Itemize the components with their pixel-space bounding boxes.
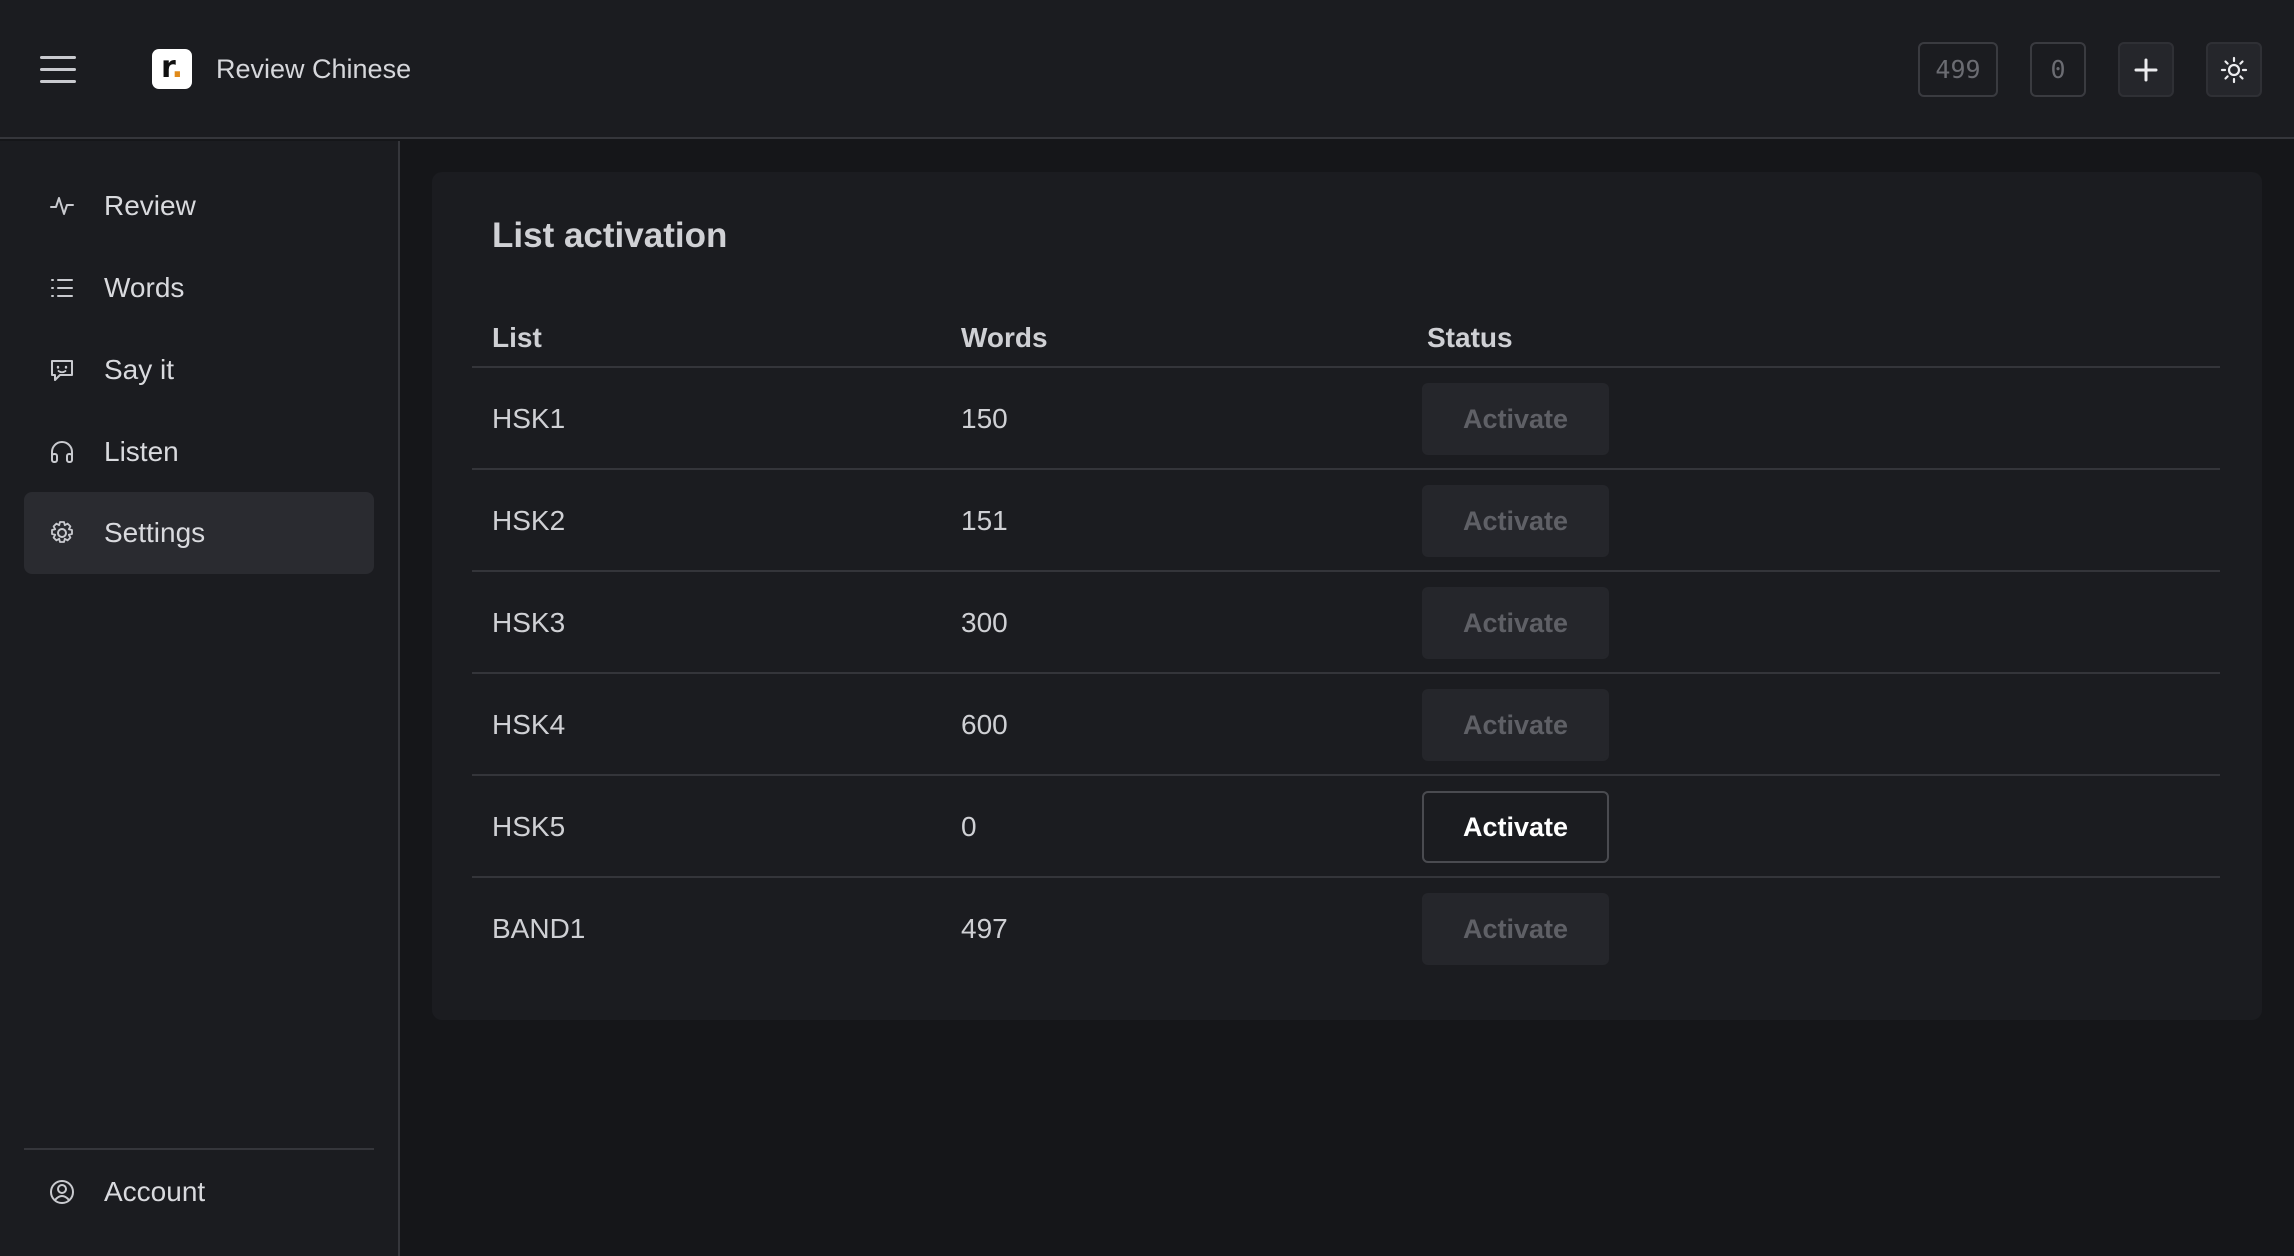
word-count: 0 — [961, 811, 977, 842]
word-count: 150 — [961, 403, 1008, 434]
activate-button[interactable]: Activate — [1422, 791, 1609, 863]
list-icon — [51, 279, 73, 297]
add-button[interactable] — [2118, 42, 2174, 97]
word-count: 300 — [961, 607, 1008, 638]
sidebar-item-listen[interactable]: Listen — [24, 411, 374, 493]
menu-icon[interactable] — [38, 52, 82, 86]
column-header-words: Words — [961, 322, 1048, 353]
sidebar-item-label: Words — [104, 272, 185, 303]
list-activation-card: List activation List Words Status HSK1 1… — [432, 172, 2262, 1020]
list-table: List Words Status HSK1 150 Activate HSK2… — [472, 302, 2220, 980]
gear-icon — [51, 521, 73, 543]
list-name: HSK1 — [492, 403, 566, 434]
activate-button: Activate — [1422, 485, 1609, 557]
page-title: List activation — [492, 216, 728, 255]
sidebar-item-words[interactable]: Words — [24, 247, 374, 329]
count-badge-secondary[interactable]: 0 — [2030, 42, 2086, 97]
message-icon — [51, 360, 73, 381]
word-count: 600 — [961, 709, 1008, 740]
sidebar-item-label: Review — [104, 190, 196, 221]
sidebar-item-settings[interactable]: Settings — [24, 492, 374, 574]
column-header-status: Status — [1427, 322, 1513, 353]
activate-button: Activate — [1422, 587, 1609, 659]
sidebar-item-account[interactable]: Account — [24, 1151, 374, 1233]
top-bar: r. Review Chinese 499 0 — [0, 0, 2294, 139]
app-title: Review Chinese — [216, 54, 412, 84]
list-name: HSK3 — [492, 607, 566, 638]
sun-icon — [2220, 56, 2248, 83]
list-name: HSK4 — [492, 709, 566, 740]
word-count: 151 — [961, 505, 1008, 536]
table-row: HSK5 0 Activate — [472, 776, 2220, 878]
activate-button: Activate — [1422, 383, 1609, 455]
headphones-icon — [51, 441, 73, 463]
list-name: BAND1 — [492, 913, 586, 944]
sidebar-divider — [24, 1148, 374, 1150]
table-row: HSK4 600 Activate — [472, 674, 2220, 776]
table-row: HSK1 150 Activate — [472, 368, 2220, 470]
column-header-list: List — [492, 322, 542, 353]
sidebar-item-label: Listen — [104, 436, 179, 467]
sidebar-item-label: Say it — [104, 354, 175, 385]
activate-button: Activate — [1422, 689, 1609, 761]
list-name: HSK2 — [492, 505, 566, 536]
user-circle-icon — [50, 1180, 74, 1204]
table-row: BAND1 497 Activate — [472, 878, 2220, 980]
table-row: HSK2 151 Activate — [472, 470, 2220, 572]
sidebar-item-review[interactable]: Review — [24, 165, 374, 247]
activate-button: Activate — [1422, 893, 1609, 965]
sidebar-item-label: Account — [104, 1176, 206, 1207]
theme-toggle-button[interactable] — [2206, 42, 2262, 97]
sidebar: Review Words Say it Listen Settings Acco… — [0, 141, 400, 1256]
table-row: HSK3 300 Activate — [472, 572, 2220, 674]
list-name: HSK5 — [492, 811, 566, 842]
count-badge-primary[interactable]: 499 — [1918, 42, 1998, 97]
table-header: List Words Status — [472, 302, 2220, 368]
plus-icon — [2134, 58, 2158, 81]
word-count: 497 — [961, 913, 1008, 944]
activity-icon — [50, 197, 74, 215]
app-logo: r. — [152, 49, 192, 89]
sidebar-item-label: Settings — [104, 517, 206, 548]
sidebar-item-say-it[interactable]: Say it — [24, 329, 374, 411]
